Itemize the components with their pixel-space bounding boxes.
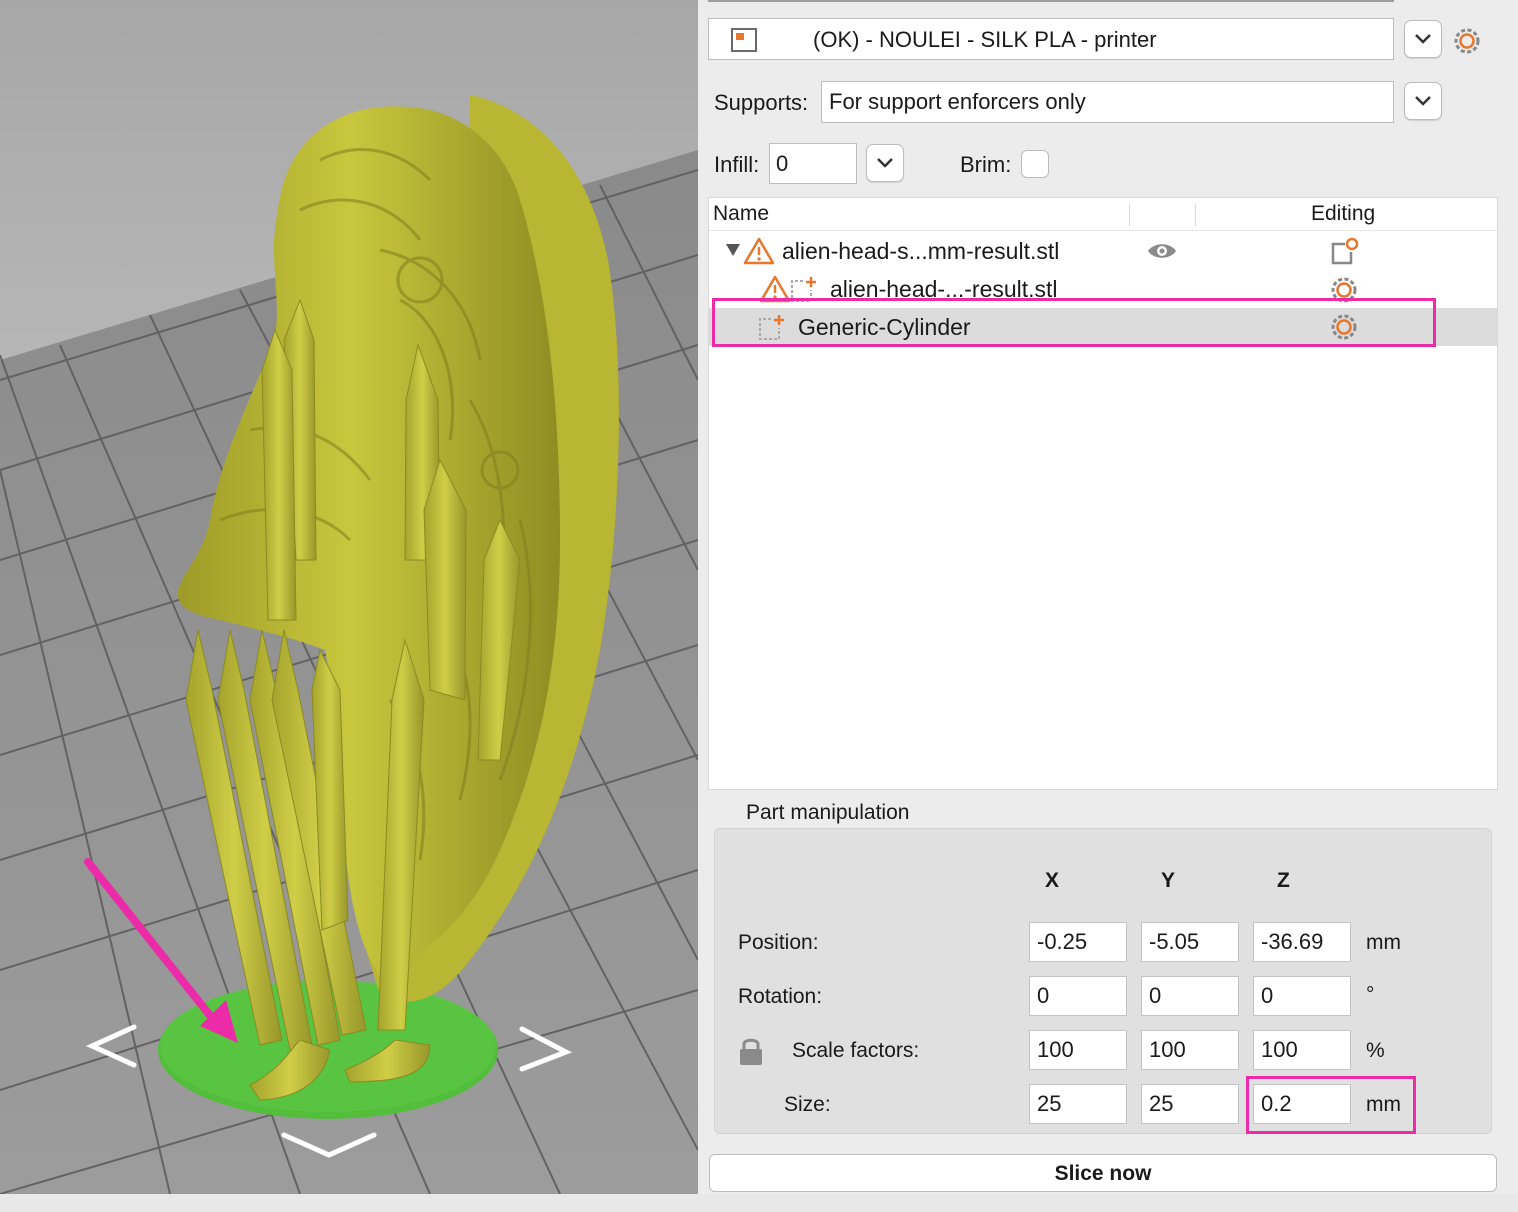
- printer-icon: [731, 28, 757, 52]
- infill-input[interactable]: 0: [769, 143, 857, 184]
- rotation-x-input[interactable]: 0: [1029, 976, 1127, 1016]
- add-settings-icon[interactable]: [1329, 236, 1359, 266]
- position-y-input[interactable]: -5.05: [1141, 922, 1239, 962]
- slice-now-button[interactable]: Slice now: [709, 1154, 1497, 1192]
- scale-unit: %: [1366, 1039, 1385, 1062]
- object-name: alien-head-s...mm-result.stl: [782, 238, 1060, 264]
- scale-x-input[interactable]: 100: [1029, 1030, 1127, 1070]
- infill-label: Infill:: [714, 152, 760, 177]
- scale-y-input[interactable]: 100: [1141, 1030, 1239, 1070]
- size-unit: mm: [1366, 1093, 1401, 1116]
- chevron-down-icon: [1415, 34, 1431, 44]
- size-z-input[interactable]: 0.2: [1253, 1084, 1351, 1124]
- printer-preset-dropdown-button[interactable]: [1404, 20, 1442, 58]
- gear-icon[interactable]: [1329, 312, 1359, 342]
- position-label: Position:: [738, 931, 819, 954]
- size-label: Size:: [784, 1093, 831, 1116]
- gear-icon[interactable]: [1329, 275, 1359, 305]
- supports-label: Supports:: [714, 90, 809, 115]
- brim-checkbox[interactable]: [1021, 150, 1049, 178]
- rotation-z-input[interactable]: 0: [1253, 976, 1351, 1016]
- size-y-input[interactable]: 25: [1141, 1084, 1239, 1124]
- object-list-header: Name Editing: [709, 198, 1497, 231]
- status-strip: [0, 1194, 1518, 1212]
- rotation-y-input[interactable]: 0: [1141, 976, 1239, 1016]
- position-z-input[interactable]: -36.69: [1253, 922, 1351, 962]
- rotation-label: Rotation:: [738, 985, 823, 1008]
- infill-dropdown-button[interactable]: [866, 144, 904, 182]
- object-name: alien-head-...-result.stl: [830, 276, 1058, 302]
- chevron-down-icon: [1415, 96, 1431, 106]
- warning-icon: [759, 275, 791, 303]
- supports-dropdown-button[interactable]: [1404, 82, 1442, 120]
- column-editing-header[interactable]: Editing: [1311, 202, 1375, 226]
- position-x-input[interactable]: -0.25: [1029, 922, 1127, 962]
- object-row[interactable]: alien-head-s...mm-result.stl: [709, 232, 1497, 270]
- gear-icon[interactable]: [1452, 26, 1482, 56]
- position-unit: mm: [1366, 931, 1401, 954]
- rotation-unit: °: [1366, 983, 1375, 1006]
- settings-sidebar: (OK) - NOULEI - SILK PLA - printer Suppo…: [698, 0, 1518, 1194]
- supports-value: For support enforcers only: [829, 89, 1086, 114]
- printer-preset-value: (OK) - NOULEI - SILK PLA - printer: [813, 27, 1157, 52]
- warning-icon: [743, 237, 775, 265]
- divider: [708, 0, 1394, 2]
- axis-x-label: X: [1045, 869, 1060, 892]
- scene-canvas[interactable]: [0, 0, 698, 1194]
- size-x-input[interactable]: 25: [1029, 1084, 1127, 1124]
- printer-preset-combo[interactable]: (OK) - NOULEI - SILK PLA - printer: [708, 18, 1394, 60]
- add-part-icon: [759, 315, 784, 340]
- eye-icon[interactable]: [1146, 240, 1178, 262]
- expand-triangle-icon[interactable]: [725, 243, 741, 257]
- lock-icon[interactable]: [737, 1035, 765, 1067]
- add-part-icon: [791, 277, 816, 302]
- object-list[interactable]: Name Editing alien-head-s...mm-result.st…: [708, 197, 1498, 790]
- axis-y-label: Y: [1161, 869, 1176, 892]
- scale-z-input[interactable]: 100: [1253, 1030, 1351, 1070]
- object-name: Generic-Cylinder: [798, 314, 971, 340]
- brim-label: Brim:: [960, 152, 1012, 177]
- part-manipulation-title: Part manipulation: [746, 801, 910, 824]
- scale-factors-label: Scale factors:: [792, 1039, 920, 1062]
- chevron-down-icon: [877, 158, 893, 168]
- object-row[interactable]: alien-head-...-result.stl: [709, 270, 1497, 308]
- part-manipulation-panel: X Y Z Position: -0.25 -5.05 -36.69 mm Ro…: [714, 828, 1492, 1134]
- 3d-viewport[interactable]: [0, 0, 698, 1194]
- axis-z-label: Z: [1277, 869, 1290, 892]
- supports-combo[interactable]: For support enforcers only: [821, 81, 1394, 123]
- object-row-selected[interactable]: Generic-Cylinder: [709, 308, 1497, 346]
- column-name-header[interactable]: Name: [713, 202, 769, 226]
